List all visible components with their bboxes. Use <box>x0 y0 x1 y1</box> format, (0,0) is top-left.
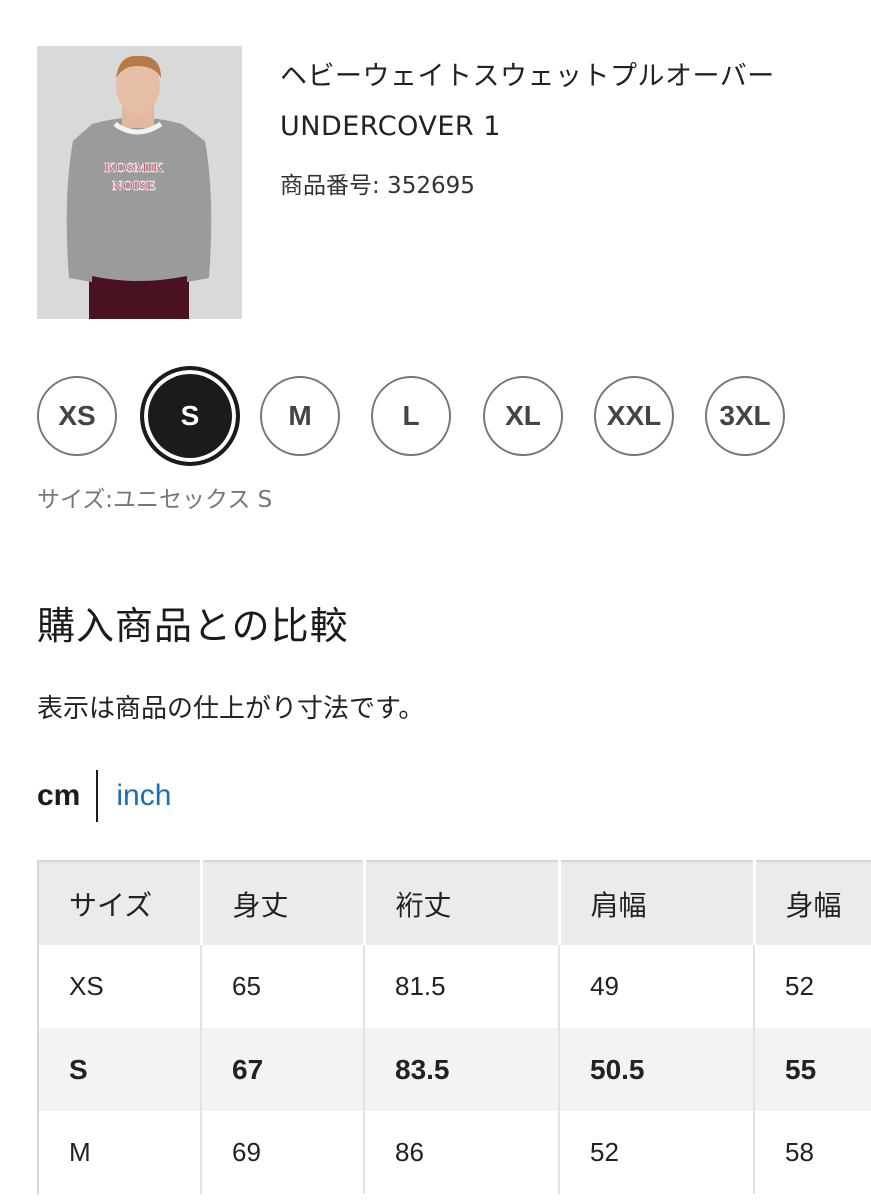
sweater-print-line1: KOSMIK <box>104 161 163 176</box>
table-cell: 58 <box>754 1111 871 1194</box>
header-shoulder-width: 肩幅 <box>559 860 756 945</box>
header-size: サイズ <box>37 860 203 945</box>
product-photo: KOSMIK NOISE <box>37 46 242 319</box>
size-option-l[interactable]: L <box>371 376 451 456</box>
unit-inch-link[interactable]: inch <box>116 779 171 813</box>
unit-divider <box>96 770 99 822</box>
size-option-3xl[interactable]: 3XL <box>705 376 785 456</box>
header-body-width: 身幅 <box>754 860 871 945</box>
unit-toggle: cm inch <box>37 770 171 822</box>
table-cell: 67 <box>201 1028 365 1111</box>
table-cell: 86 <box>364 1111 560 1194</box>
header-sleeve-length: 裄丈 <box>364 860 561 945</box>
comparison-heading: 購入商品との比較 <box>37 604 349 648</box>
table-row-highlighted: S 67 83.5 50.5 55 <box>37 1028 871 1111</box>
table-cell: 69 <box>201 1111 365 1194</box>
sweater-print-line2: NOISE <box>112 179 156 194</box>
table-cell: M <box>37 1111 202 1194</box>
table-cell: S <box>37 1028 202 1111</box>
product-number: 商品番号: 352695 <box>280 173 475 199</box>
table-cell: 81.5 <box>364 945 560 1028</box>
table-cell: 55 <box>754 1028 871 1111</box>
table-header-row: サイズ 身丈 裄丈 肩幅 身幅 <box>37 860 871 945</box>
header-body-length: 身丈 <box>201 860 366 945</box>
table-cell: 52 <box>754 945 871 1028</box>
size-option-xxl[interactable]: XXL <box>594 376 674 456</box>
table-cell: 65 <box>201 945 365 1028</box>
unit-cm-option[interactable]: cm <box>37 779 80 813</box>
table-cell: 49 <box>559 945 755 1028</box>
size-option-s[interactable]: S <box>140 366 240 466</box>
sweater-shape <box>66 117 212 282</box>
size-comparison-table: サイズ 身丈 裄丈 肩幅 身幅 XS 65 81.5 49 52 S 67 83… <box>37 860 871 1194</box>
selected-size-caption: サイズ:ユニセックス S <box>37 487 273 513</box>
table-cell: 83.5 <box>364 1028 560 1111</box>
table-cell: 50.5 <box>559 1028 755 1111</box>
size-option-xs[interactable]: XS <box>37 376 117 456</box>
table-cell: XS <box>37 945 202 1028</box>
table-cell: 52 <box>559 1111 755 1194</box>
table-row: XS 65 81.5 49 52 <box>37 945 871 1028</box>
size-option-xl[interactable]: XL <box>483 376 563 456</box>
product-title: ヘビーウェイトスウェットプルオーバー UNDERCOVER 1 <box>280 61 775 142</box>
product-image: KOSMIK NOISE <box>37 46 242 319</box>
table-row: M 69 86 52 58 <box>37 1111 871 1194</box>
size-option-m[interactable]: M <box>260 376 340 456</box>
comparison-note: 表示は商品の仕上がり寸法です。 <box>37 694 425 724</box>
